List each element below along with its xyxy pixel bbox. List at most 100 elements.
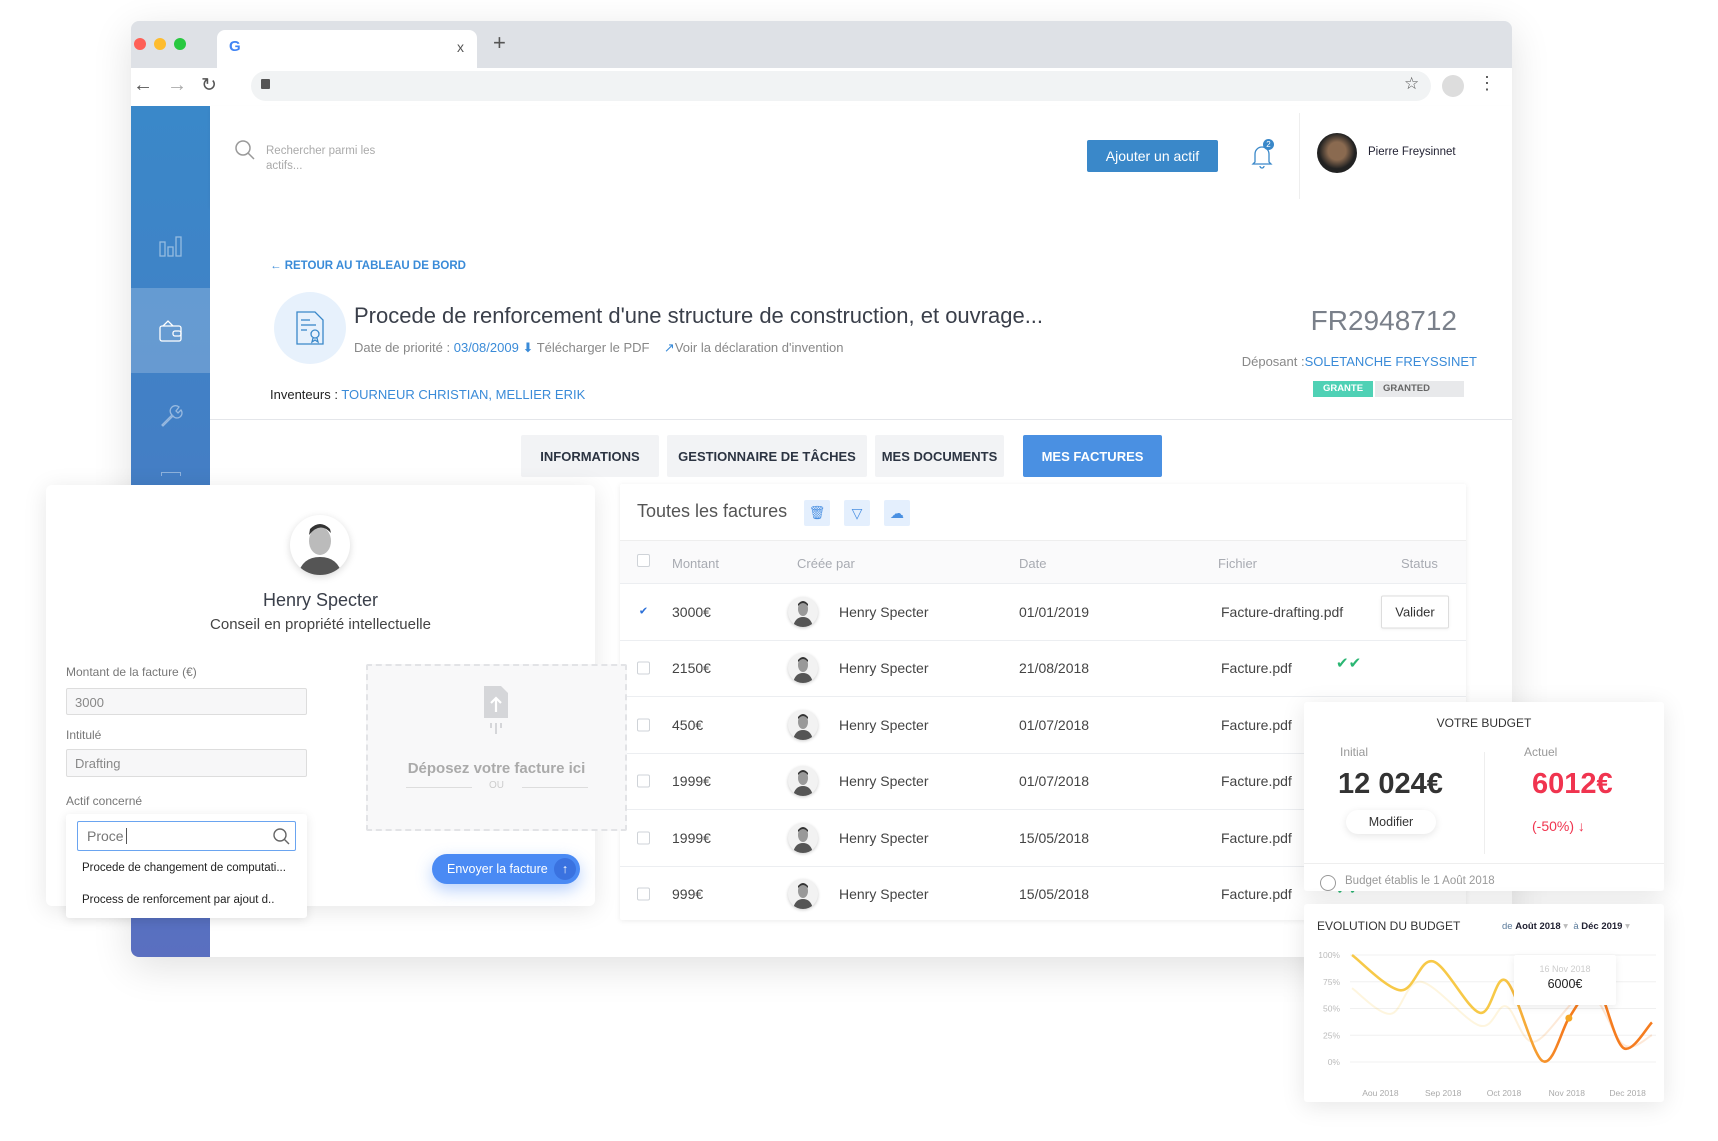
invoice-file[interactable]: Facture.pdf <box>1221 660 1292 676</box>
validate-button[interactable]: Valider <box>1381 595 1449 628</box>
arrow-left-icon: ← <box>270 260 285 272</box>
lock-icon <box>261 79 270 89</box>
tab-informations[interactable]: INFORMATIONS <box>521 435 659 477</box>
consultant-avatar <box>290 515 350 575</box>
budget-chart-card: EVOLUTION DU BUDGET de Août 2018 ▾ à Déc… <box>1304 904 1664 1102</box>
row-checkbox[interactable] <box>637 774 650 788</box>
back-link[interactable]: ← RETOUR AU TABLEAU DE BORD <box>270 260 466 272</box>
row-checkbox[interactable]: ✔ <box>637 605 650 618</box>
drop-zone[interactable]: Déposez votre facture ici OU <box>366 664 627 831</box>
new-tab-button[interactable]: + <box>493 30 506 56</box>
amount-input[interactable]: 3000 <box>66 688 307 715</box>
sidebar-item-dashboard[interactable] <box>131 203 210 288</box>
user-name[interactable]: Pierre Freysinnet <box>1368 146 1456 158</box>
view-declaration-link[interactable]: Voir la déclaration d'invention <box>675 340 844 355</box>
notifications-button[interactable]: 2 <box>1250 139 1274 175</box>
tab-invoices[interactable]: MES FACTURES <box>1023 435 1162 477</box>
creator-avatar <box>788 822 818 853</box>
user-avatar[interactable] <box>1317 133 1357 173</box>
maximize-window-button[interactable] <box>174 38 186 50</box>
applicant-value[interactable]: SOLETANCHE FREYSSINET <box>1305 354 1477 369</box>
from-label: de <box>1502 921 1513 932</box>
column-amount[interactable]: Montant <box>672 556 719 571</box>
add-asset-button[interactable]: Ajouter un actif <box>1087 140 1218 172</box>
address-bar[interactable]: ☆ <box>251 71 1431 101</box>
back-icon[interactable]: ← <box>133 74 153 97</box>
budget-change: (-50%) ↓ <box>1532 818 1585 834</box>
star-icon[interactable]: ☆ <box>1404 74 1419 94</box>
suggestion-item[interactable]: Procede de changement de computati... <box>82 862 286 874</box>
column-date[interactable]: Date <box>1019 556 1046 571</box>
invoices-title: Toutes les factures <box>637 501 788 521</box>
browser-tab[interactable]: G x <box>217 30 477 68</box>
send-invoice-label: Envoyer la facture <box>447 862 548 876</box>
row-checkbox[interactable] <box>637 887 650 901</box>
profile-icon[interactable] <box>1442 75 1464 97</box>
chart-tooltip: 16 Nov 2018 6000€ <box>1514 955 1616 1005</box>
google-icon: G <box>229 38 241 55</box>
notification-badge: 2 <box>1263 139 1274 150</box>
from-select[interactable]: Août 2018 <box>1515 921 1560 932</box>
creator-name: Henry Specter <box>839 886 929 902</box>
double-check-icon: ✔✔ <box>1336 654 1362 672</box>
priority-date: 03/08/2009 <box>453 340 519 355</box>
close-window-button[interactable] <box>134 38 146 50</box>
minimize-window-button[interactable] <box>154 38 166 50</box>
filter-button[interactable]: ▽ <box>844 500 870 526</box>
external-link-icon: ↗ <box>663 340 675 355</box>
inventors-value[interactable]: TOURNEUR CHRISTIAN, MELLIER ERIK <box>341 387 585 402</box>
consultant-role: Conseil en propriété intellectuelle <box>210 616 431 633</box>
table-row[interactable]: ✔ 3000€ Henry Specter 01/01/2019 Facture-dra… <box>620 583 1466 639</box>
modify-budget-button[interactable]: Modifier <box>1346 810 1436 834</box>
creator-name: Henry Specter <box>839 716 929 733</box>
column-file[interactable]: Fichier <box>1218 556 1257 571</box>
select-all-checkbox[interactable] <box>637 554 650 567</box>
arrow-up-icon: ↑ <box>554 858 576 880</box>
asset-search-input[interactable]: Proce <box>77 821 296 851</box>
forward-icon[interactable]: → <box>167 74 187 97</box>
tab-documents[interactable]: MES DOCUMENTS <box>875 435 1004 477</box>
reload-icon[interactable]: ↻ <box>201 74 217 97</box>
menu-icon[interactable]: ⋮ <box>1478 73 1496 94</box>
budget-card: VOTRE BUDGET Initial 12 024€ Modifier Ac… <box>1304 702 1664 891</box>
y-tick-label: 25% <box>1323 1030 1340 1040</box>
sidebar-item-portfolio[interactable] <box>131 416 210 476</box>
app-header: Rechercher parmi les actifs... Ajouter u… <box>210 106 1512 206</box>
row-checkbox[interactable] <box>637 831 650 844</box>
clock-icon <box>1320 875 1336 891</box>
download-pdf-link[interactable]: Télécharger le PDF <box>537 340 650 355</box>
tab-task-manager[interactable]: GESTIONNAIRE DE TÂCHES <box>667 435 867 477</box>
column-status[interactable]: Status <box>1401 556 1438 571</box>
trash-icon: 🗑 <box>808 505 826 520</box>
budget-title: VOTRE BUDGET <box>1436 716 1532 730</box>
suggestion-item[interactable]: Process de renforcement par ajout d.. <box>82 894 274 906</box>
inventors: Inventeurs : TOURNEUR CHRISTIAN, MELLIER… <box>270 387 585 402</box>
invoice-file[interactable]: Facture.pdf <box>1221 830 1292 846</box>
x-tick-label: Dec 2018 <box>1609 1088 1646 1098</box>
creator-name: Henry Specter <box>839 603 929 620</box>
column-creator[interactable]: Créée par <box>797 556 855 571</box>
row-checkbox[interactable] <box>637 718 650 731</box>
chart-title: EVOLUTION DU BUDGET <box>1317 919 1461 933</box>
search-input[interactable]: Rechercher parmi les actifs... <box>266 144 396 174</box>
invoice-file[interactable]: Facture.pdf <box>1221 886 1292 902</box>
tab-close-button[interactable]: x <box>457 39 464 55</box>
asset-title: Procede de renforcement d'une structure … <box>354 303 1044 328</box>
row-checkbox[interactable] <box>637 661 650 675</box>
invoice-file[interactable]: Facture-drafting.pdf <box>1221 604 1343 620</box>
delete-button[interactable]: 🗑 <box>804 500 830 526</box>
to-select[interactable]: Déc 2019 <box>1581 921 1622 932</box>
title-input[interactable]: Drafting <box>66 749 307 777</box>
x-tick-label: Nov 2018 <box>1549 1088 1586 1098</box>
divider <box>1304 863 1664 864</box>
invoice-file[interactable]: Facture.pdf <box>1221 717 1292 733</box>
divider <box>1484 752 1485 854</box>
invoice-file[interactable]: Facture.pdf <box>1221 773 1292 789</box>
status-badge: GRANTE <box>1313 381 1373 397</box>
sidebar-item-invoices[interactable] <box>131 288 210 373</box>
creator-name: Henry Specter <box>839 773 929 789</box>
title-label: Intitulé <box>66 728 102 742</box>
download-button[interactable]: ☁ <box>884 500 910 526</box>
send-invoice-button[interactable]: Envoyer la facture ↑ <box>432 854 580 884</box>
table-row[interactable]: 2150€ Henry Specter 21/08/2018 Facture.pdf ✔… <box>620 639 1466 696</box>
